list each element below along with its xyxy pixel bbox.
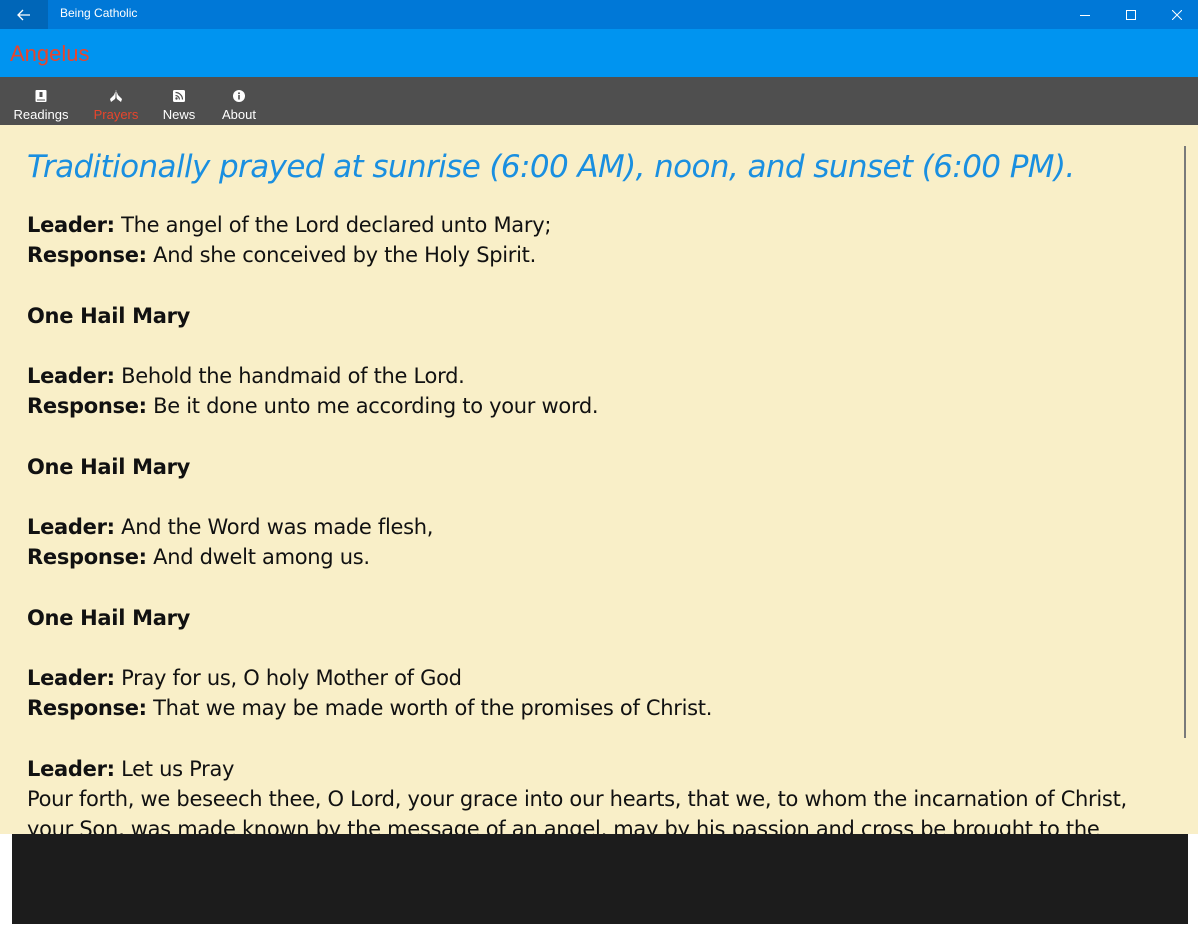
scrollbar[interactable] [1184, 146, 1186, 738]
leader-label: Leader: [27, 363, 115, 388]
close-button[interactable] [1154, 0, 1198, 29]
nav-item-label: News [162, 107, 196, 122]
nav-item-about[interactable]: About [217, 77, 261, 125]
nav-item-readings[interactable]: Readings [10, 77, 72, 125]
response-label: Response: [27, 545, 147, 570]
response-line: Response: And dwelt among us. [27, 542, 1152, 572]
minimize-icon [1080, 14, 1090, 16]
leader-text: Let us Pray [121, 756, 235, 781]
leader-line: Leader: Pray for us, O holy Mother of Go… [27, 663, 1152, 693]
response-label: Response: [27, 394, 147, 419]
back-button[interactable] [0, 0, 48, 29]
title-bar: Being Catholic [0, 0, 1198, 29]
hail-mary-heading: One Hail Mary [27, 452, 1152, 482]
maximize-icon [1126, 9, 1136, 20]
leader-text: Behold the handmaid of the Lord. [121, 363, 465, 388]
leader-label: Leader: [27, 665, 115, 690]
prayer-subtitle: Traditionally prayed at sunrise (6:00 AM… [27, 149, 1075, 185]
response-line: Response: And she conceived by the Holy … [27, 240, 1152, 270]
leader-label: Leader: [27, 756, 115, 781]
response-label: Response: [27, 696, 147, 721]
hail-mary-heading: One Hail Mary [27, 301, 1152, 331]
nav-item-label: Readings [13, 107, 69, 122]
rss-icon [173, 90, 185, 102]
leader-line: Leader: Let us Pray [27, 754, 1152, 784]
praying-hands-icon [110, 90, 122, 102]
prayer-content: Traditionally prayed at sunrise (6:00 AM… [0, 125, 1198, 834]
nav-item-label: About [222, 107, 256, 122]
nav-bar: Readings Prayers News About [0, 77, 1198, 125]
leader-line: Leader: Behold the handmaid of the Lord. [27, 361, 1152, 391]
nav-item-label: Prayers [93, 107, 139, 122]
heading-text: One Hail Mary [27, 454, 191, 479]
book-icon [35, 90, 47, 102]
nav-item-news[interactable]: News [159, 77, 199, 125]
minimize-button[interactable] [1062, 0, 1108, 29]
closing-prayer: Pour forth, we beseech thee, O Lord, you… [27, 786, 1127, 834]
response-line: Response: That we may be made worth of t… [27, 693, 1152, 723]
arrow-left-icon [17, 9, 30, 20]
hail-mary-heading: One Hail Mary [27, 603, 1152, 633]
app-title: Being Catholic [60, 6, 138, 20]
response-text: And she conceived by the Holy Spirit. [153, 243, 536, 268]
leader-label: Leader: [27, 213, 115, 237]
heading-text: One Hail Mary [27, 303, 191, 328]
page-header: Angelus [0, 29, 1198, 77]
response-text: That we may be made worth of the promise… [153, 696, 713, 721]
nav-item-prayers[interactable]: Prayers [90, 77, 142, 125]
leader-label: Leader: [27, 514, 115, 539]
leader-text: The angel of the Lord declared unto Mary… [121, 213, 552, 237]
maximize-button[interactable] [1108, 0, 1154, 29]
leader-text: And the Word was made flesh, [121, 514, 434, 539]
response-label: Response: [27, 243, 147, 268]
response-text: And dwelt among us. [153, 545, 370, 570]
info-icon [233, 90, 245, 102]
prayer-text: Leader: The angel of the Lord declared u… [27, 210, 1152, 834]
leader-text: Pray for us, O holy Mother of God [121, 665, 462, 690]
heading-text: One Hail Mary [27, 605, 191, 630]
page-title: Angelus [10, 41, 90, 66]
bottom-bar [12, 834, 1188, 924]
close-icon [1172, 9, 1182, 20]
response-line: Response: Be it done unto me according t… [27, 391, 1152, 421]
leader-line: Leader: And the Word was made flesh, [27, 512, 1152, 542]
leader-line: Leader: The angel of the Lord declared u… [27, 210, 1152, 240]
response-text: Be it done unto me according to your wor… [153, 394, 599, 419]
